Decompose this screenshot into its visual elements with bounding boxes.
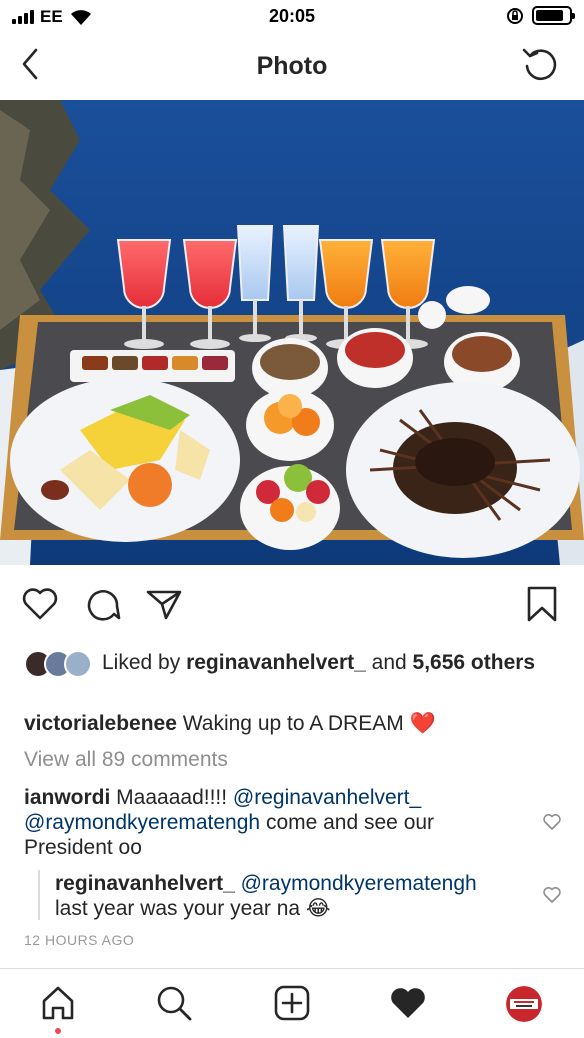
reply-like-button[interactable] bbox=[542, 885, 562, 905]
comment-item: ianwordi Maaaaad!!!! @reginavanhelvert_ @… bbox=[24, 785, 524, 860]
likes-text[interactable]: Liked by reginavanhelvert_ and 5,656 oth… bbox=[102, 650, 572, 675]
likes-middle: and bbox=[365, 651, 413, 674]
likes-prefix: Liked by bbox=[102, 651, 187, 674]
add-post-icon bbox=[274, 985, 310, 1021]
comment-icon bbox=[87, 590, 121, 621]
reply-emoji: 😂 bbox=[305, 897, 331, 920]
status-right bbox=[506, 6, 575, 25]
caption-username[interactable]: victorialebenee bbox=[24, 712, 177, 735]
comment-button[interactable] bbox=[83, 584, 127, 628]
post-actions bbox=[0, 584, 584, 632]
page-title: Photo bbox=[256, 52, 328, 80]
tab-search[interactable] bbox=[154, 983, 194, 1023]
post-caption: victorialebenee Waking up to A DREAM ❤️ bbox=[24, 711, 436, 737]
home-icon bbox=[42, 986, 74, 1020]
profile-avatar bbox=[506, 986, 542, 1022]
liker-username[interactable]: reginavanhelvert_ bbox=[186, 651, 366, 674]
heart-outline-icon bbox=[543, 814, 561, 830]
avatar bbox=[64, 650, 92, 678]
caption-text: Waking up to A DREAM bbox=[176, 712, 410, 735]
save-button[interactable] bbox=[522, 584, 566, 628]
comment-username[interactable]: ianwordi bbox=[24, 786, 110, 809]
bottom-tab-bar bbox=[0, 968, 584, 1038]
comment-mention[interactable]: @reginavanhelvert_ bbox=[233, 786, 421, 809]
share-button[interactable] bbox=[144, 584, 188, 628]
breakfast-photo bbox=[0, 100, 584, 565]
reply-item: reginavanhelvert_ @raymondkyerematengh la… bbox=[55, 871, 525, 921]
post-photo[interactable] bbox=[0, 100, 584, 565]
post-timestamp: 12 HOURS AGO bbox=[24, 932, 135, 948]
comment-mention[interactable]: @raymondkyerematengh bbox=[24, 811, 260, 834]
reply-thread-line bbox=[38, 870, 40, 920]
tab-profile[interactable] bbox=[506, 986, 542, 1022]
likes-count[interactable]: 5,656 others bbox=[413, 651, 536, 674]
view-all-comments-link[interactable]: View all 89 comments bbox=[24, 748, 228, 772]
tab-home[interactable] bbox=[38, 983, 78, 1023]
bookmark-icon bbox=[527, 586, 557, 622]
heart-outline-icon bbox=[543, 887, 561, 903]
heart-filled-icon bbox=[391, 988, 425, 1018]
reply-text: last year was your year na bbox=[55, 897, 306, 920]
battery-icon bbox=[532, 6, 575, 25]
status-bar: EE 20:05 bbox=[0, 0, 584, 34]
refresh-icon bbox=[522, 48, 557, 81]
reply-username[interactable]: reginavanhelvert_ bbox=[55, 872, 235, 895]
tab-activity[interactable] bbox=[388, 983, 428, 1023]
home-notification-dot bbox=[55, 1028, 61, 1034]
nav-bar: Photo bbox=[0, 34, 584, 98]
rotation-lock-icon bbox=[507, 7, 523, 24]
heart-outline-icon bbox=[22, 588, 58, 620]
search-icon bbox=[157, 986, 192, 1021]
comment-text: Maaaaad!!!! bbox=[110, 786, 233, 809]
like-button[interactable] bbox=[20, 584, 64, 628]
liker-avatars[interactable] bbox=[24, 650, 94, 680]
tab-add-post[interactable] bbox=[272, 983, 312, 1023]
status-time: 20:05 bbox=[268, 6, 316, 26]
comment-like-button[interactable] bbox=[542, 812, 562, 832]
paper-plane-icon bbox=[146, 590, 182, 620]
reply-mention[interactable]: @raymondkyerematengh bbox=[241, 872, 477, 895]
refresh-button[interactable] bbox=[520, 44, 560, 84]
caption-emoji: ❤️ bbox=[409, 712, 436, 735]
